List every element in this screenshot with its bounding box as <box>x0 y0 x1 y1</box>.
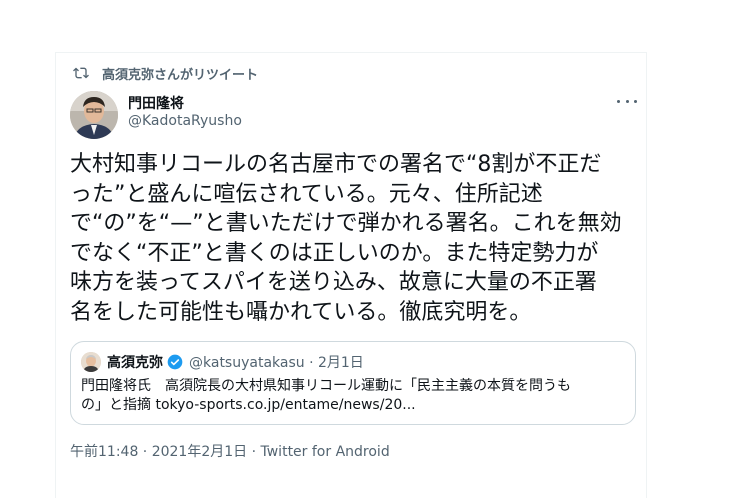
quoted-tweet-header: 高須克弥 @katsuyatakasu · 2月1日 <box>81 352 364 372</box>
quoted-text-line: 門田隆将氏 高須院長の大村県知事リコール運動に「民主主義の本質を問うも <box>81 378 571 394</box>
tweet-meta: 午前11:48 · 2021年2月1日 · Twitter for Androi… <box>70 441 390 461</box>
meta-separator: · <box>247 444 261 460</box>
tweet-text-line: 名をした可能性も囁かれている。徹底究明を。 <box>70 299 532 325</box>
retweet-context[interactable]: 高須克弥さんがリツイート <box>72 63 258 83</box>
tweet-timestamp[interactable]: 午前11:48 · 2021年2月1日 <box>70 444 247 460</box>
more-icon[interactable] <box>617 96 637 106</box>
more-dot <box>634 99 637 103</box>
tweet-text: 大村知事リコールの名古屋市での署名で“8割が不正だ った”と盛んに喧伝されている… <box>70 150 635 327</box>
author-handle[interactable]: @KadotaRyusho <box>128 113 242 129</box>
quoted-tweet[interactable]: 高須克弥 @katsuyatakasu · 2月1日 門田隆将氏 高須院長の大村… <box>70 341 636 425</box>
retweet-label: 高須克弥さんがリツイート <box>102 67 259 83</box>
quoted-handle-date: @katsuyatakasu · 2月1日 <box>189 355 364 371</box>
author-avatar[interactable] <box>70 91 118 139</box>
retweet-icon <box>73 67 89 79</box>
quoted-tweet-text: 門田隆将氏 高須院長の大村県知事リコール運動に「民主主義の本質を問うも の」と指… <box>81 377 626 415</box>
tweet-text-line: った”と盛んに喧伝されている。元々、住所記述 <box>70 181 543 207</box>
more-dot <box>617 99 620 103</box>
tweet-text-line: 味方を装ってスパイを送り込み、故意に大量の不正署 <box>70 270 597 295</box>
quoted-author-name: 高須克弥 <box>107 355 163 371</box>
quoted-text-line: の」と指摘 tokyo-sports.co.jp/entame/news/20.… <box>81 397 416 413</box>
tweet-source[interactable]: Twitter for Android <box>261 444 390 460</box>
more-dot <box>625 99 629 103</box>
verified-badge-icon <box>167 354 183 370</box>
avatar-image <box>70 91 118 139</box>
quoted-avatar-image <box>81 352 101 372</box>
tweet-text-line: でなく“不正”と書くのは正しいのか。また特定勢力が <box>70 240 599 266</box>
tweet-text-line: 大村知事リコールの名古屋市での署名で“8割が不正だ <box>70 152 602 177</box>
author-name[interactable]: 門田隆将 <box>128 93 184 113</box>
quoted-author-avatar <box>81 352 101 372</box>
tweet-text-line: で“の”を“—”と書いただけで弾かれる署名。これを無効 <box>70 211 622 236</box>
